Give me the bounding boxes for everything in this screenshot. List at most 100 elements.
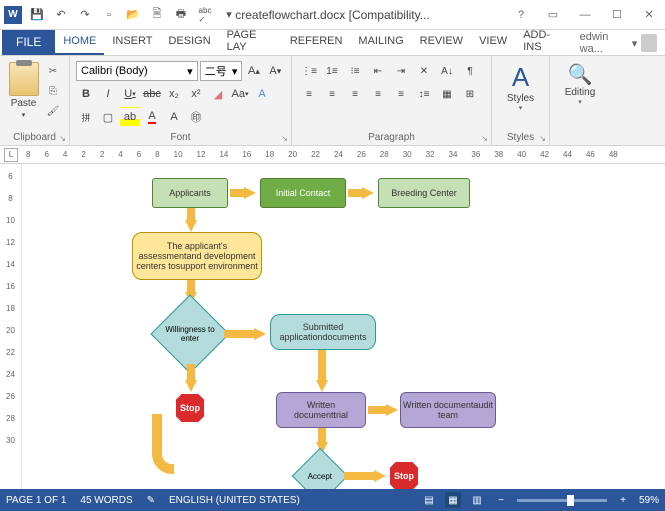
text-effects-icon[interactable]: A <box>252 84 272 104</box>
tab-view[interactable]: VIEW <box>471 29 515 55</box>
status-proofing-icon[interactable]: ✎ <box>147 495 155 506</box>
sort-icon[interactable]: A↓ <box>436 61 458 81</box>
styles-launcher-icon[interactable]: ↘ <box>539 134 546 143</box>
justify-icon[interactable]: ≡ <box>367 84 389 104</box>
user-account[interactable]: edwin wa...▾ <box>572 31 665 55</box>
spelling-icon[interactable]: abc✓ <box>194 4 216 26</box>
flow-written-audit[interactable]: Written documentaudit team <box>400 392 496 428</box>
print-preview-icon[interactable]: 🗎 <box>146 4 168 26</box>
tab-references[interactable]: REFEREN <box>282 29 351 55</box>
zoom-slider[interactable] <box>517 499 607 502</box>
align-right-icon[interactable]: ≡ <box>344 84 366 104</box>
shading-icon[interactable]: ▦ <box>436 84 458 104</box>
clipboard-launcher-icon[interactable]: ↘ <box>59 134 66 143</box>
status-words[interactable]: 45 WORDS <box>80 495 132 506</box>
distributed-icon[interactable]: ≡ <box>390 84 412 104</box>
undo-icon[interactable]: ↶ <box>50 4 72 26</box>
show-hide-icon[interactable]: ¶ <box>459 61 481 81</box>
find-icon[interactable]: 🔍 <box>568 62 593 87</box>
flow-initial-contact[interactable]: Initial Contact <box>260 178 346 208</box>
align-left-icon[interactable]: ≡ <box>298 84 320 104</box>
grow-font-icon[interactable]: A▴ <box>244 61 263 81</box>
styles-icon[interactable]: A <box>512 62 529 93</box>
redo-icon[interactable]: ↷ <box>74 4 96 26</box>
character-border-icon[interactable]: ▢ <box>98 107 118 127</box>
shrink-font-icon[interactable]: A▾ <box>266 61 285 81</box>
flow-willingness[interactable]: Willingness to enter <box>150 294 229 373</box>
bullets-icon[interactable]: ⋮≡ <box>298 61 320 81</box>
numbering-icon[interactable]: 1≡ <box>321 61 343 81</box>
paragraph-group-label: Paragraph <box>292 132 491 143</box>
minimize-icon[interactable]: — <box>573 5 597 25</box>
print-layout-icon[interactable]: ▦ <box>445 492 461 508</box>
font-launcher-icon[interactable]: ↘ <box>281 134 288 143</box>
tab-design[interactable]: DESIGN <box>160 29 218 55</box>
maximize-icon[interactable]: ☐ <box>605 5 629 25</box>
tab-addins[interactable]: ADD-INS <box>515 29 571 55</box>
italic-button[interactable]: I <box>98 84 118 104</box>
char-shading-icon[interactable]: A <box>164 107 184 127</box>
superscript-button[interactable]: x² <box>186 84 206 104</box>
tab-file[interactable]: FILE <box>2 29 55 55</box>
text-highlight-icon[interactable]: ab <box>120 107 140 127</box>
subscript-button[interactable]: x₂ <box>164 84 184 104</box>
zoom-level[interactable]: 59% <box>639 495 659 506</box>
paragraph-launcher-icon[interactable]: ↘ <box>481 134 488 143</box>
font-size-combo[interactable]: 二号▾ <box>200 61 243 81</box>
window-title: createflowchart.docx [Compatibility... <box>235 8 430 22</box>
underline-button[interactable]: U▾ <box>120 84 140 104</box>
paste-button[interactable]: Paste ▾ <box>6 62 41 120</box>
status-language[interactable]: ENGLISH (UNITED STATES) <box>169 495 300 506</box>
document-canvas[interactable]: Applicants Initial Contact Breeding Cent… <box>22 164 665 492</box>
status-page[interactable]: PAGE 1 OF 1 <box>6 495 66 506</box>
tab-selector-icon[interactable]: L <box>4 148 18 162</box>
increase-indent-icon[interactable]: ⇥ <box>390 61 412 81</box>
phonetic-guide-icon[interactable]: 拼 <box>76 107 96 127</box>
word-app-icon: W <box>4 6 22 24</box>
flow-accept[interactable]: Accept <box>292 448 349 492</box>
paste-icon <box>9 62 39 96</box>
new-icon[interactable]: ▫ <box>98 4 120 26</box>
text-direction-icon[interactable]: ✕ <box>413 61 435 81</box>
enclose-char-icon[interactable]: ㊞ <box>186 107 206 127</box>
close-icon[interactable]: ✕ <box>637 5 661 25</box>
cut-icon[interactable]: ✂ <box>43 62 63 80</box>
flow-assessment[interactable]: The applicant's assessmentand developmen… <box>132 232 262 280</box>
tab-page-layout[interactable]: PAGE LAY <box>219 29 282 55</box>
copy-icon[interactable]: ⎘ <box>43 82 63 100</box>
horizontal-ruler[interactable]: 8642246810121416182022242628303234363840… <box>26 150 618 159</box>
strikethrough-button[interactable]: abc <box>142 84 162 104</box>
flow-written-trial[interactable]: Written documenttrial <box>276 392 366 428</box>
font-name-combo[interactable]: Calibri (Body)▾ <box>76 61 198 81</box>
format-painter-icon[interactable]: 🖌 <box>43 102 63 120</box>
borders-icon[interactable]: ⊞ <box>459 84 481 104</box>
font-color-icon[interactable]: A <box>142 107 162 127</box>
tab-insert[interactable]: INSERT <box>104 29 160 55</box>
open-icon[interactable]: 📂 <box>122 4 144 26</box>
save-icon[interactable]: 💾 <box>26 4 48 26</box>
line-spacing-icon[interactable]: ↕≡ <box>413 84 435 104</box>
vertical-ruler[interactable]: 681012141618202224262830 <box>0 164 22 492</box>
flow-curved-arrow <box>152 414 174 474</box>
align-center-icon[interactable]: ≡ <box>321 84 343 104</box>
flow-breeding-center[interactable]: Breeding Center <box>378 178 470 208</box>
flow-applicants[interactable]: Applicants <box>152 178 228 208</box>
tab-mailings[interactable]: MAILING <box>350 29 411 55</box>
tab-home[interactable]: HOME <box>55 29 104 55</box>
zoom-in-icon[interactable]: + <box>615 492 631 508</box>
quick-print-icon[interactable]: 🖶 <box>170 4 192 26</box>
change-case-icon[interactable]: Aa▾ <box>230 84 250 104</box>
ribbon-display-icon[interactable]: ▭ <box>541 5 565 25</box>
zoom-out-icon[interactable]: − <box>493 492 509 508</box>
bold-button[interactable]: B <box>76 84 96 104</box>
flow-stop-2[interactable]: Stop <box>388 460 420 492</box>
flow-stop-1[interactable]: Stop <box>174 392 206 424</box>
multilevel-list-icon[interactable]: ⁝≡ <box>344 61 366 81</box>
help-icon[interactable]: ? <box>509 5 533 25</box>
flow-submitted[interactable]: Submitted applicationdocuments <box>270 314 376 350</box>
read-mode-icon[interactable]: ▤ <box>421 492 437 508</box>
clear-formatting-icon[interactable]: ◢ <box>208 84 228 104</box>
tab-review[interactable]: REVIEW <box>412 29 471 55</box>
web-layout-icon[interactable]: ▥ <box>469 492 485 508</box>
decrease-indent-icon[interactable]: ⇤ <box>367 61 389 81</box>
